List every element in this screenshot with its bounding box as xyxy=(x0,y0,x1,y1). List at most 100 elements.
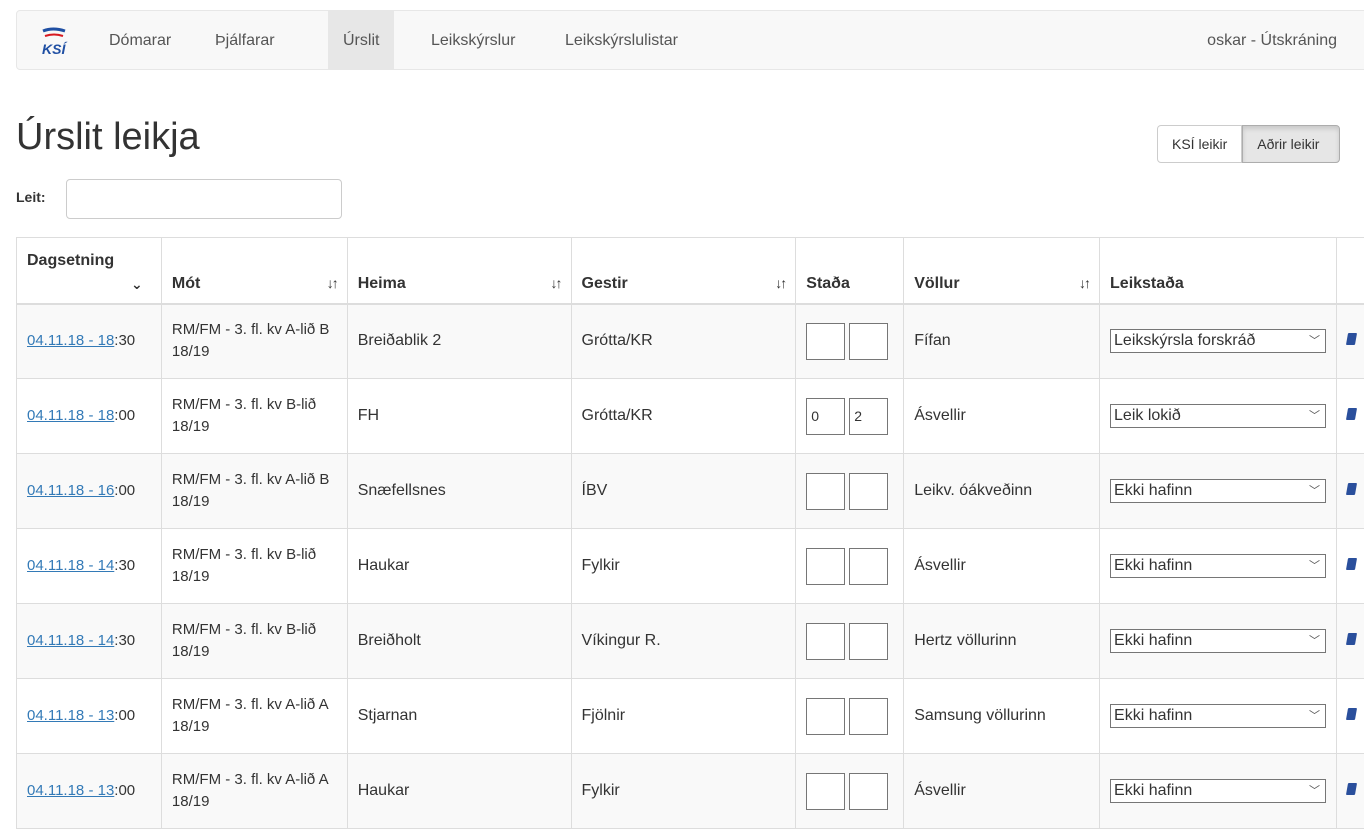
user-logout-link[interactable]: oskar - Útskráning xyxy=(1207,11,1337,71)
score-cell xyxy=(795,603,905,679)
other-games-button[interactable]: Aðrir leikir xyxy=(1242,125,1341,163)
home-score-input[interactable] xyxy=(806,622,846,660)
status-cell: Ekki hafinn ﹀ xyxy=(1099,678,1338,754)
report-book-icon[interactable] xyxy=(1345,408,1358,420)
venue-cell: Leikv. óákveðinn xyxy=(903,453,1101,529)
nav-urslit[interactable]: Úrslit xyxy=(328,11,395,69)
table-row: 04.11.18 - 14:30 RM/FM - 3. fl. kv B-lið… xyxy=(16,528,1364,604)
match-date-link[interactable]: 04.11.18 - 14 xyxy=(27,557,114,574)
match-status-select[interactable]: Leikskýrsla forskráð ﹀ xyxy=(1110,329,1327,354)
actions-cell xyxy=(1336,753,1364,829)
match-status-select[interactable]: Ekki hafinn ﹀ xyxy=(1110,629,1327,653)
away-team-cell: Grótta/KR xyxy=(570,378,797,454)
tournament-cell: RM/FM - 3. fl. kv B-lið 18/19 xyxy=(160,603,348,679)
col-home-header[interactable]: Heima ↓↑ xyxy=(346,237,572,305)
page-title: Úrslit leikja xyxy=(16,116,200,158)
home-team-cell: Breiðablik 2 xyxy=(346,303,572,379)
match-status-select[interactable]: Leik lokið ﹀ xyxy=(1110,404,1327,428)
tournament-cell: RM/FM - 3. fl. kv A-lið A 18/19 xyxy=(160,678,348,754)
actions-cell xyxy=(1336,528,1364,604)
table-row: 04.11.18 - 14:30 RM/FM - 3. fl. kv B-lið… xyxy=(16,603,1364,679)
away-score-input[interactable] xyxy=(849,697,889,735)
tournament-cell: RM/FM - 3. fl. kv A-lið B 18/19 xyxy=(160,303,348,379)
match-date-link[interactable]: 04.11.18 - 16 xyxy=(27,482,114,499)
col-status-label: Leikstaða xyxy=(1110,274,1184,292)
col-date-label: Dagsetning xyxy=(27,252,115,269)
match-status-value: Leik lokið xyxy=(1114,407,1181,424)
report-book-icon[interactable] xyxy=(1345,633,1358,645)
col-date-header[interactable]: Dagsetning ⌄ xyxy=(16,237,162,305)
report-book-icon[interactable] xyxy=(1345,558,1358,570)
col-home-label: Heima xyxy=(357,274,406,292)
ksi-games-button[interactable]: KSÍ leikir xyxy=(1157,125,1243,163)
date-cell: 04.11.18 - 16:00 xyxy=(16,453,162,529)
status-cell: Ekki hafinn ﹀ xyxy=(1099,603,1338,679)
table-row: 04.11.18 - 13:00 RM/FM - 3. fl. kv A-lið… xyxy=(16,753,1364,829)
venue-cell: Fífan xyxy=(903,303,1101,379)
home-score-input[interactable]: 0 xyxy=(806,397,846,435)
sort-icon: ↓↑ xyxy=(775,274,787,291)
nav-thjalfarar[interactable]: Þjálfarar xyxy=(215,11,275,69)
tournament-cell: RM/FM - 3. fl. kv B-lið 18/19 xyxy=(160,528,348,604)
status-cell: Ekki hafinn ﹀ xyxy=(1099,753,1338,829)
away-team-cell: Fylkir xyxy=(570,753,797,829)
sort-icon: ↓↑ xyxy=(326,274,339,291)
report-book-icon[interactable] xyxy=(1345,708,1358,720)
match-date-link[interactable]: 04.11.18 - 13 xyxy=(27,782,114,799)
home-team-cell: Snæfellsnes xyxy=(346,453,572,529)
home-score-input[interactable] xyxy=(806,547,846,585)
score-cell xyxy=(795,303,905,379)
status-cell: Ekki hafinn ﹀ xyxy=(1099,453,1338,529)
report-book-icon[interactable] xyxy=(1345,783,1358,795)
match-date-link[interactable]: 04.11.18 - 14 xyxy=(27,632,114,649)
match-date-link[interactable]: 04.11.18 - 18 xyxy=(27,332,114,349)
match-status-select[interactable]: Ekki hafinn ﹀ xyxy=(1110,779,1327,803)
away-score-input[interactable] xyxy=(849,472,889,510)
home-team-cell: FH xyxy=(346,378,572,454)
match-status-select[interactable]: Ekki hafinn ﹀ xyxy=(1110,554,1327,578)
top-navbar: KSÍ Dómarar Þjálfarar Úrslit Leikskýrslu… xyxy=(16,10,1364,70)
table-row: 04.11.18 - 13:00 RM/FM - 3. fl. kv A-lið… xyxy=(16,678,1364,754)
ksi-logo-icon[interactable]: KSÍ xyxy=(39,27,69,57)
col-venue-header[interactable]: Völlur ↓↑ xyxy=(903,237,1101,305)
actions-cell xyxy=(1336,678,1364,754)
col-score-label: Staða xyxy=(806,274,850,292)
match-time-rest: :00 xyxy=(114,407,136,424)
home-score-input[interactable] xyxy=(806,697,846,735)
report-book-icon[interactable] xyxy=(1345,333,1358,346)
col-tournament-header[interactable]: Mót ↓↑ xyxy=(160,237,348,305)
home-score-input[interactable] xyxy=(806,772,846,810)
home-score-input[interactable] xyxy=(806,322,846,360)
match-status-select[interactable]: Ekki hafinn ﹀ xyxy=(1110,704,1327,728)
tournament-cell: RM/FM - 3. fl. kv B-lið 18/19 xyxy=(160,378,348,454)
match-date-link[interactable]: 04.11.18 - 13 xyxy=(27,707,114,724)
away-score-input[interactable] xyxy=(849,622,889,660)
match-date-link[interactable]: 04.11.18 - 18 xyxy=(27,407,114,424)
match-time-rest: :00 xyxy=(114,782,136,799)
chevron-down-icon: ﹀ xyxy=(1309,485,1321,497)
away-score-input[interactable]: 2 xyxy=(849,397,889,435)
report-book-icon[interactable] xyxy=(1345,483,1358,495)
match-status-select[interactable]: Ekki hafinn ﹀ xyxy=(1110,479,1327,503)
score-cell xyxy=(795,453,905,529)
home-score-input[interactable] xyxy=(806,472,846,510)
col-away-header[interactable]: Gestir ↓↑ xyxy=(570,237,797,305)
venue-cell: Hertz völlurinn xyxy=(903,603,1101,679)
sort-icon: ↓↑ xyxy=(550,274,563,291)
svg-text:KSÍ: KSÍ xyxy=(42,41,67,57)
nav-leikskyrslur[interactable]: Leikskýrslur xyxy=(431,11,515,69)
nav-domarar[interactable]: Dómarar xyxy=(109,11,171,69)
nav-leikskyrslulistar[interactable]: Leikskýrslulistar xyxy=(565,11,678,69)
venue-cell: Ásvellir xyxy=(903,753,1101,829)
away-score-input[interactable] xyxy=(849,772,889,810)
col-away-label: Gestir xyxy=(581,274,628,292)
date-cell: 04.11.18 - 14:30 xyxy=(16,528,162,604)
away-team-cell: ÍBV xyxy=(570,453,797,529)
away-score-input[interactable] xyxy=(849,547,889,585)
table-row: 04.11.18 - 18:00 RM/FM - 3. fl. kv B-lið… xyxy=(16,378,1364,454)
chevron-down-icon: ﹀ xyxy=(1309,410,1321,422)
away-score-input[interactable] xyxy=(849,322,889,360)
match-time-rest: :30 xyxy=(114,332,136,350)
match-time-rest: :00 xyxy=(114,482,136,499)
search-input[interactable] xyxy=(66,179,342,219)
